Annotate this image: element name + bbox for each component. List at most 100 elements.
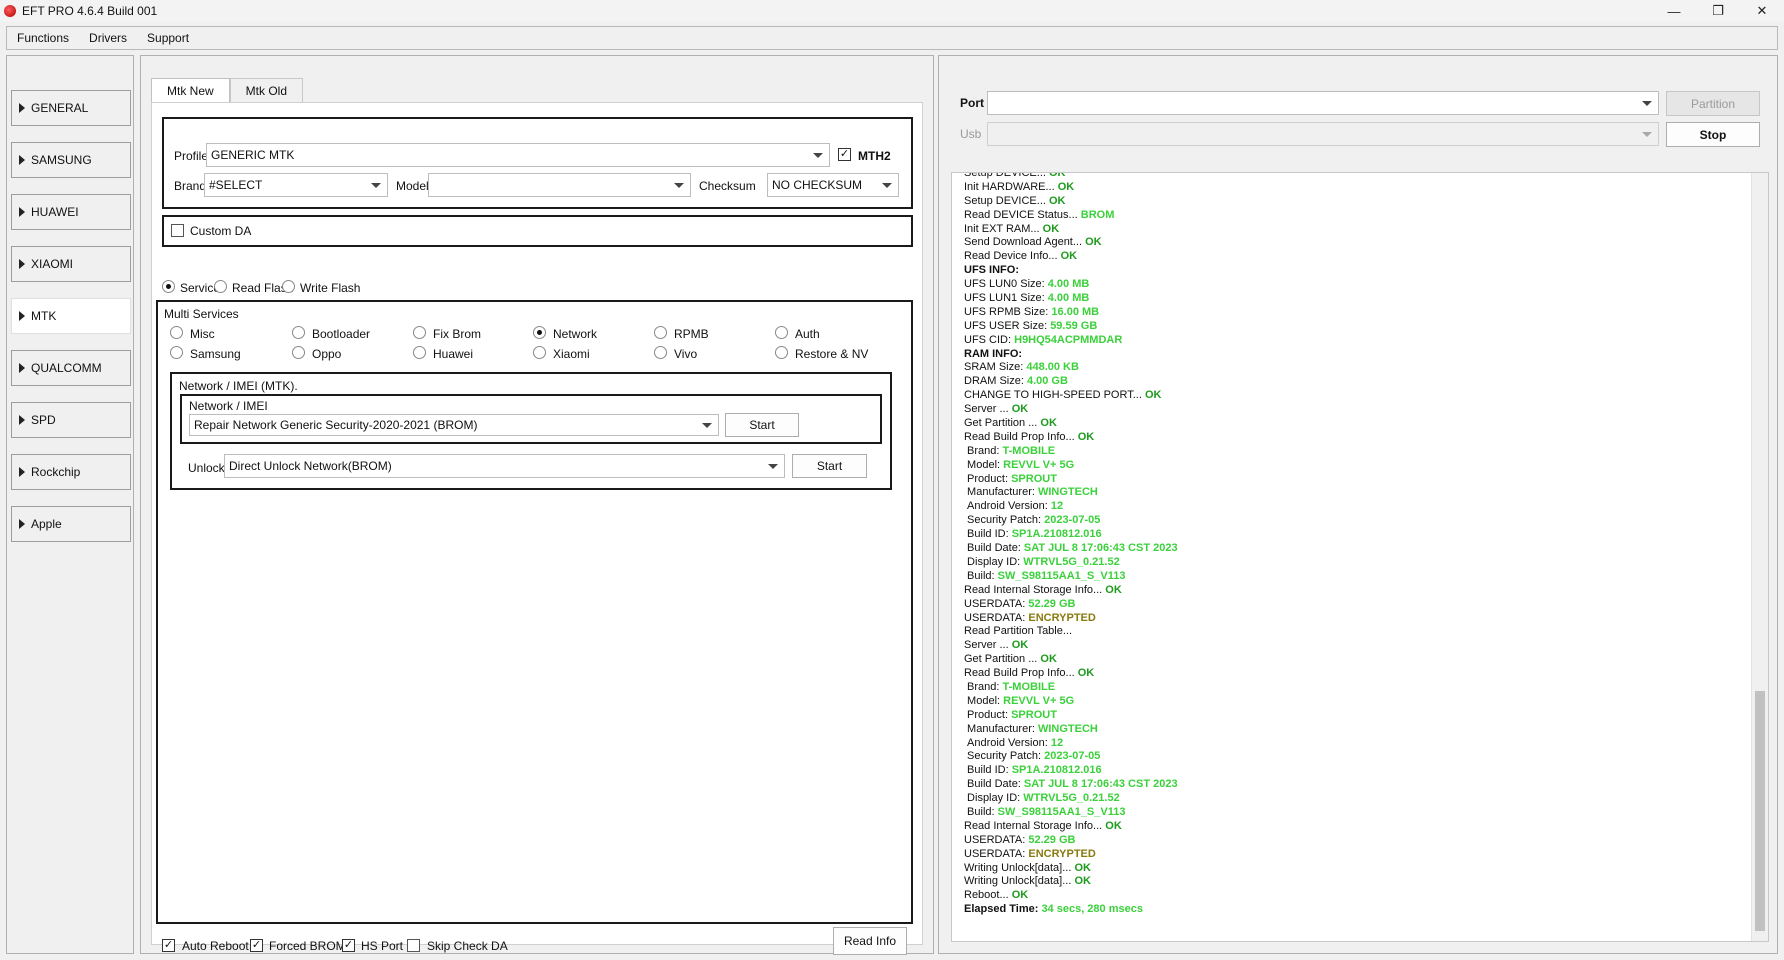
misc-radio[interactable] [170, 326, 183, 339]
multi-services-group: Multi Services Misc Bootloader Fix Brom … [156, 300, 913, 924]
log-line: RAM INFO: [964, 348, 1724, 362]
huawei-label: Huawei [433, 347, 474, 361]
bootloader-radio[interactable] [292, 326, 305, 339]
tab-mtk-new[interactable]: Mtk New [151, 78, 230, 102]
write-flash-radio[interactable] [282, 280, 295, 293]
menu-functions[interactable]: Functions [7, 31, 79, 45]
log-line: Read Internal Storage Info... OK [964, 820, 1724, 834]
log-value: SPROUT [1011, 708, 1057, 721]
model-label: Model [396, 179, 429, 193]
restore-button[interactable]: ❐ [1696, 0, 1740, 22]
log-scrollbar[interactable] [1751, 173, 1768, 941]
log-value: OK [1011, 889, 1029, 902]
samsung-radio[interactable] [170, 346, 183, 359]
log-line: Read Internal Storage Info... OK [964, 584, 1724, 598]
sidebar-item-apple[interactable]: Apple [11, 506, 131, 542]
restore-nv-radio[interactable] [775, 346, 788, 359]
log-line: Build ID: SP1A.210812.016 [964, 528, 1724, 542]
log-value: ENCRYPTED [1028, 847, 1096, 860]
forced-brom-checkbox[interactable]: ✓ [250, 939, 263, 952]
hs-port-label: HS Port [361, 939, 404, 953]
log-text: UFS LUN0 Size: [964, 278, 1048, 291]
port-select[interactable] [987, 91, 1659, 115]
log-line: Init EXT RAM... OK [964, 223, 1724, 237]
brand-label: Brand [174, 179, 207, 193]
custom-da-checkbox[interactable] [171, 224, 184, 237]
log-text: Security Patch: [964, 750, 1045, 763]
service-radio[interactable] [162, 280, 175, 293]
brand-select[interactable]: #SELECT [204, 173, 388, 197]
menu-support[interactable]: Support [137, 31, 199, 45]
log-text: Android Version: [964, 500, 1051, 513]
sidebar-item-samsung[interactable]: SAMSUNG [11, 142, 131, 178]
hs-port-checkbox[interactable]: ✓ [342, 939, 355, 952]
unlock-start-button[interactable]: Start [792, 454, 867, 478]
log-text: DRAM Size: [964, 375, 1027, 388]
profile-select[interactable]: GENERIC MTK [206, 143, 830, 167]
sidebar-item-huawei[interactable]: HUAWEI [11, 194, 131, 230]
sidebar-item-rockchip[interactable]: Rockchip [11, 454, 131, 490]
oppo-radio[interactable] [292, 346, 305, 359]
brand-sidebar: GENERAL SAMSUNG HUAWEI XIAOMI MTK QUALCO… [6, 55, 134, 954]
network-start-button[interactable]: Start [725, 413, 799, 437]
log-text: Read Internal Storage Info... [964, 583, 1106, 596]
log-line: Build: SW_S98115AA1_S_V113 [964, 806, 1724, 820]
sidebar-item-label: Apple [31, 517, 62, 531]
auto-reboot-checkbox[interactable]: ✓ [162, 939, 175, 952]
sidebar-item-label: QUALCOMM [31, 361, 102, 375]
checksum-label: Checksum [699, 179, 756, 193]
vivo-label: Vivo [674, 347, 698, 361]
log-value: SPROUT [1011, 472, 1057, 485]
log-output[interactable]: Setup DEVICE... OK Init HARDWARE... OK Set… [951, 172, 1769, 942]
log-line: Display ID: WTRVL5G_0.21.52 [964, 556, 1724, 570]
partition-button[interactable]: Partition [1666, 91, 1760, 116]
read-info-button[interactable]: Read Info [833, 927, 907, 955]
tab-mtk-old[interactable]: Mtk Old [229, 78, 304, 102]
usb-select[interactable] [987, 122, 1659, 146]
rpmb-radio[interactable] [654, 326, 667, 339]
log-text: Reboot... [964, 889, 1012, 902]
log-text: Model: [964, 694, 1004, 707]
network-imei-group: Network / IMEI (MTK). Network / IMEI Rep… [170, 372, 892, 490]
unlock-select[interactable]: Direct Unlock Network(BROM) [224, 454, 785, 478]
write-flash-label: Write Flash [300, 281, 361, 295]
fix-brom-label: Fix Brom [433, 327, 481, 341]
checkmark-icon: ✓ [251, 939, 262, 951]
auth-radio[interactable] [775, 326, 788, 339]
xiaomi-radio[interactable] [533, 346, 546, 359]
log-line: Read Build Prop Info... OK [964, 667, 1724, 681]
expand-arrow-icon [19, 259, 25, 269]
menu-drivers[interactable]: Drivers [79, 31, 137, 45]
log-line: UFS RPMB Size: 16.00 MB [964, 306, 1724, 320]
checksum-select[interactable]: NO CHECKSUM [767, 173, 899, 197]
log-text: Setup DEVICE... [964, 194, 1049, 207]
vivo-radio[interactable] [654, 346, 667, 359]
sidebar-item-xiaomi[interactable]: XIAOMI [11, 246, 131, 282]
scroll-thumb[interactable] [1755, 691, 1765, 931]
log-line: Read Partition Table... [964, 625, 1724, 639]
sidebar-item-general[interactable]: GENERAL [11, 90, 131, 126]
network-radio[interactable] [533, 326, 546, 339]
sidebar-item-qualcomm[interactable]: QUALCOMM [11, 350, 131, 386]
read-flash-radio[interactable] [214, 280, 227, 293]
skip-check-da-checkbox[interactable] [407, 939, 420, 952]
huawei-radio[interactable] [413, 346, 426, 359]
log-value: BROM [1080, 208, 1115, 221]
sidebar-item-label: XIAOMI [31, 257, 74, 271]
log-line: Server ... OK [964, 403, 1724, 417]
close-button[interactable]: ✕ [1740, 0, 1784, 22]
log-text: Get Partition ... [964, 417, 1041, 430]
log-line: Product: SPROUT [964, 473, 1724, 487]
repair-network-select[interactable]: Repair Network Generic Security-2020-202… [189, 414, 719, 436]
stop-button[interactable]: Stop [1666, 122, 1760, 147]
sidebar-item-spd[interactable]: SPD [11, 402, 131, 438]
fix-brom-radio[interactable] [413, 326, 426, 339]
log-text: Product: [964, 472, 1012, 485]
menu-bar: Functions Drivers Support [6, 26, 1778, 50]
sidebar-item-mtk[interactable]: MTK [11, 298, 131, 334]
checkmark-icon: ✓ [343, 939, 354, 951]
mth2-checkbox[interactable]: ✓ [838, 148, 851, 161]
log-lines: Setup DEVICE... OK Init HARDWARE... OK Set… [964, 173, 1724, 917]
model-select[interactable] [428, 173, 691, 197]
minimize-button[interactable]: — [1652, 0, 1696, 22]
